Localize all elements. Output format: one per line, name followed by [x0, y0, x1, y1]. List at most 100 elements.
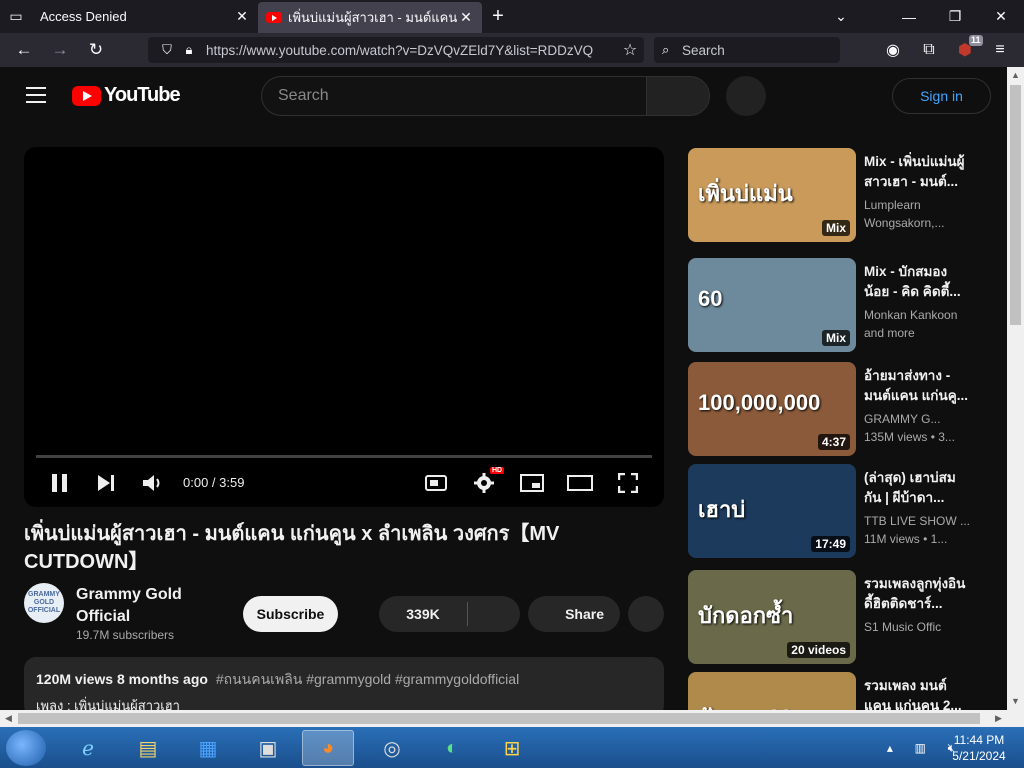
recommendation-channel: TTB LIVE SHOW ... — [864, 514, 971, 528]
thumbnail-text: เฮาบ่ — [698, 497, 746, 522]
theater-mode-icon[interactable] — [566, 469, 594, 497]
scroll-up-arrow-icon[interactable]: ▲ — [1007, 67, 1024, 84]
thumbnail-overlay: 17:49 — [811, 536, 850, 552]
share-button[interactable]: Share — [528, 596, 620, 632]
file-explorer-icon[interactable]: ▤ — [122, 730, 174, 766]
network-icon[interactable]: ▥ — [915, 741, 926, 755]
horizontal-scroll-thumb[interactable] — [18, 713, 980, 724]
sign-in-button[interactable]: Sign in — [892, 78, 991, 114]
thumbnail-overlay: Mix — [821, 330, 850, 346]
firefox-icon[interactable]: ◕ — [302, 730, 354, 766]
recommendation-title[interactable]: อ้ายมาส่งทาง - มนต์แคน แก่นคู... — [864, 366, 972, 406]
tab-list-icon[interactable]: ▭ — [0, 0, 32, 33]
reload-button[interactable]: ↻ — [78, 33, 114, 67]
hamburger-menu-icon[interactable] — [26, 87, 46, 103]
start-button[interactable] — [6, 730, 46, 766]
horizontal-scrollbar[interactable]: ◀ ▶ — [0, 710, 1007, 727]
hashtags[interactable]: #ถนนคนเพลิน #grammygold #grammygoldoffic… — [216, 671, 519, 687]
video-thumbnail[interactable]: 60 Mix — [688, 258, 856, 352]
url-text[interactable]: https://www.youtube.com/watch?v=DzVQvZEl… — [200, 43, 616, 58]
tab-bar: ▭ Access Denied ✕ เพิ่นบ่แม่นผู้สาวเฮา -… — [0, 0, 1024, 33]
more-actions-button[interactable] — [628, 596, 664, 632]
voice-search-button[interactable] — [726, 76, 766, 116]
recommendation-meta: 135M views • 3... — [864, 430, 955, 444]
video-thumbnail[interactable]: 100,000,000 4:37 — [688, 362, 856, 456]
youtube-favicon-icon — [266, 12, 282, 23]
close-icon[interactable]: ✕ — [234, 8, 250, 25]
recommendation-title[interactable]: (ล่าสุด) เฮาบ่สมกัน | ผีบ้าดา... — [864, 468, 972, 508]
clock[interactable]: 11:44 PM 5/21/2024 — [946, 732, 1012, 764]
channel-avatar[interactable]: GRAMMY GOLD OFFICIAL — [24, 583, 64, 623]
recommendation-item[interactable]: 60 Mix Mix - บักสมองน้อย - คิด คิดตี้... Mo… — [688, 258, 978, 354]
tray-arrow-icon[interactable]: ▴ — [887, 741, 893, 755]
extensions-icon[interactable]: ⧉ — [911, 33, 947, 67]
vertical-scrollbar[interactable]: ▲ ▼ — [1007, 67, 1024, 710]
clock-time: 11:44 PM — [953, 733, 1005, 747]
like-button[interactable]: 339K — [379, 606, 467, 622]
channel-name[interactable]: Grammy Gold Official — [76, 584, 226, 628]
recommendation-item[interactable]: เพิ่นบ่แม่น Mix Mix - เพิ่นบ่แม่นผู้สาวเฮา… — [688, 148, 978, 244]
forward-button[interactable]: → — [42, 33, 78, 67]
pause-icon[interactable] — [46, 469, 74, 497]
restore-button[interactable]: ❐ — [932, 0, 978, 33]
recommendation-meta: 11M views • 1... — [864, 532, 948, 546]
miniplayer-icon[interactable] — [518, 469, 546, 497]
ublock-extension-button[interactable]: ⬢ 11 — [947, 33, 983, 67]
chevron-down-icon[interactable]: ⌄ — [818, 0, 864, 33]
dislike-button[interactable] — [468, 596, 520, 632]
search-button[interactable] — [646, 76, 710, 116]
scroll-left-arrow-icon[interactable]: ◀ — [0, 710, 17, 727]
close-icon[interactable]: ✕ — [458, 9, 474, 26]
next-icon[interactable] — [92, 469, 120, 497]
internet-explorer-icon[interactable]: ℯ — [62, 730, 114, 766]
volume-icon[interactable] — [138, 469, 168, 497]
navigation-bar: ← → ↻ ⛉ 🔒︎ https://www.youtube.com/watch… — [0, 33, 1024, 67]
back-button[interactable]: ← — [6, 33, 42, 67]
video-player[interactable]: 0:00 / 3:59 HD — [24, 147, 664, 507]
account-icon[interactable]: ◉ — [875, 33, 911, 67]
time-display: 0:00 / 3:59 — [183, 475, 245, 490]
chrome-icon[interactable]: ◎ — [366, 730, 418, 766]
shield-icon[interactable]: ⛉ — [156, 42, 178, 58]
scrollbar-corner — [1007, 710, 1024, 727]
subscribe-label: Subscribe — [256, 606, 325, 622]
video-thumbnail[interactable]: เพิ่นบ่แม่น Mix — [688, 148, 856, 242]
scroll-down-arrow-icon[interactable]: ▼ — [1007, 693, 1024, 710]
menu-icon[interactable]: ≡ — [982, 33, 1018, 67]
windows-icon[interactable]: ⊞ — [486, 730, 538, 766]
progress-bar[interactable] — [36, 455, 652, 458]
thumbnail-text: เพิ่นบ่แม่น — [698, 181, 793, 206]
minimize-button[interactable]: — — [886, 0, 932, 33]
youtube-logo[interactable]: YouTube — [72, 84, 181, 107]
search-input[interactable]: Search — [261, 76, 647, 116]
thumbnail-overlay: 20 videos — [787, 642, 850, 658]
url-bar[interactable]: ⛉ 🔒︎ https://www.youtube.com/watch?v=DzV… — [148, 37, 644, 63]
recommendation-title[interactable]: Mix - เพิ่นบ่แม่นผู้สาวเฮา - มนต์... — [864, 152, 972, 192]
window-close-button[interactable]: ✕ — [978, 0, 1024, 33]
tab-access-denied[interactable]: Access Denied ✕ — [32, 0, 258, 33]
chat-app-icon[interactable]: ◐ — [426, 730, 478, 766]
new-tab-button[interactable]: + — [482, 5, 514, 28]
recommendation-meta: and more — [864, 326, 915, 340]
recommendation-title[interactable]: Mix - บักสมองน้อย - คิด คิดตี้... — [864, 262, 972, 302]
recommendation-item[interactable]: เฮาบ่ 17:49 (ล่าสุด) เฮาบ่สมกัน | ผีบ้าดา.… — [688, 464, 978, 560]
recommendation-item[interactable]: บักดอกซ้ำ 20 videos รวมเพลงลูกทุ่งอินดี้ฮิ… — [688, 570, 978, 666]
bookmark-star-icon[interactable]: ☆ — [616, 40, 644, 60]
browser-search-bar[interactable]: ⌕ Search — [654, 37, 840, 63]
store-icon[interactable]: ▦ — [182, 730, 234, 766]
fullscreen-icon[interactable] — [614, 469, 642, 497]
recommendation-title[interactable]: รวมเพลงลูกทุ่งอินดี้ฮิตติดชาร์... — [864, 574, 972, 614]
recommendation-channel: S1 Music Offic — [864, 620, 942, 634]
subscribe-button[interactable]: Subscribe — [243, 596, 338, 632]
scroll-right-arrow-icon[interactable]: ▶ — [990, 710, 1007, 727]
vertical-scroll-thumb[interactable] — [1010, 85, 1021, 325]
tab-youtube[interactable]: เพิ่นบ่แม่นผู้สาวเฮา - มนต์แคน แก่นคูน ✕ — [258, 2, 482, 33]
video-thumbnail[interactable]: เฮาบ่ 17:49 — [688, 464, 856, 558]
recommendation-item[interactable]: 100,000,000 4:37 อ้ายมาส่งทาง - มนต์แคน แก… — [688, 362, 978, 458]
thumbnail-overlay: Mix — [821, 220, 850, 236]
video-thumbnail[interactable]: บักดอกซ้ำ 20 videos — [688, 570, 856, 664]
lock-icon[interactable]: 🔒︎ — [178, 42, 200, 58]
description-box[interactable]: 120M views 8 months ago #ถนนคนเพลิน #gra… — [24, 657, 664, 717]
autoplay-toggle-icon[interactable] — [422, 469, 450, 497]
network-app-icon[interactable]: ▣ — [242, 730, 294, 766]
